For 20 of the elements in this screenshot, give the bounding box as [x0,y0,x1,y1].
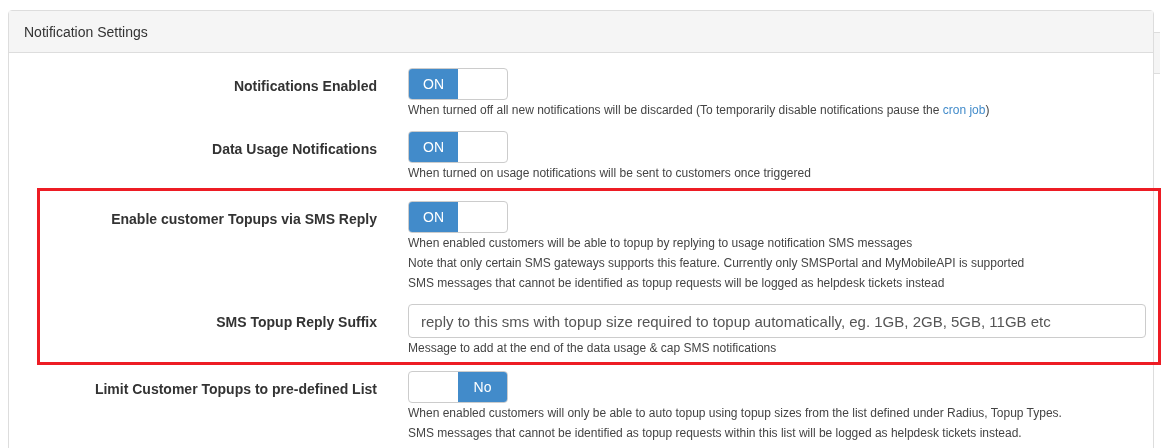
link[interactable]: cron job [942,103,986,117]
help-text: When turned on usage notifications will be sent to customers once triggered [408,165,812,182]
field-label: Notifications Enabled [233,78,377,94]
help-text: SMS messages that cannot be identified as topup requests within this list will be logged as helpdesk tickets instead. [408,425,1023,442]
help-text: When enabled customers will be able to topup by replying to usage notification SMS messages [408,235,914,252]
help-text: Message to add at the end of the data usage & cap SMS notifications [408,340,778,357]
field-label: Limit Customer Topups to pre-defined List [94,381,377,397]
panel-title: Notification Settings [9,11,1153,53]
toggle-switch[interactable]: ON [408,201,508,233]
toggle-switch[interactable]: ON [408,68,508,100]
field-label: SMS Topup Reply Suffix [216,314,377,330]
field-label: Data Usage Notifications [212,141,377,157]
toggle-switch[interactable]: ON [408,131,508,163]
toggle-switch[interactable]: No [408,371,508,403]
help-text: SMS messages that cannot be identified as topup requests will be logged as helpdesk tickets instead [408,275,946,292]
help-text: Note that only certain SMS gateways supports this feature. Currently only SMSPortal and MyMobileAPI is supported [408,255,1026,272]
help-text: When turned off all new notifications will be discarded (To temporarily disable notifications pause the cron job) [408,102,991,119]
input-field[interactable]: reply to this sms with topup size required to topup automatically, eg. 1GB, 2GB, 5GB, 11GB etc [408,304,1146,338]
field-label: Enable customer Topups via SMS Reply [111,211,377,227]
help-text: When enabled customers will only be able to auto topup using topup sizes from the list defined under Radius, Topup Types. [408,405,1063,422]
